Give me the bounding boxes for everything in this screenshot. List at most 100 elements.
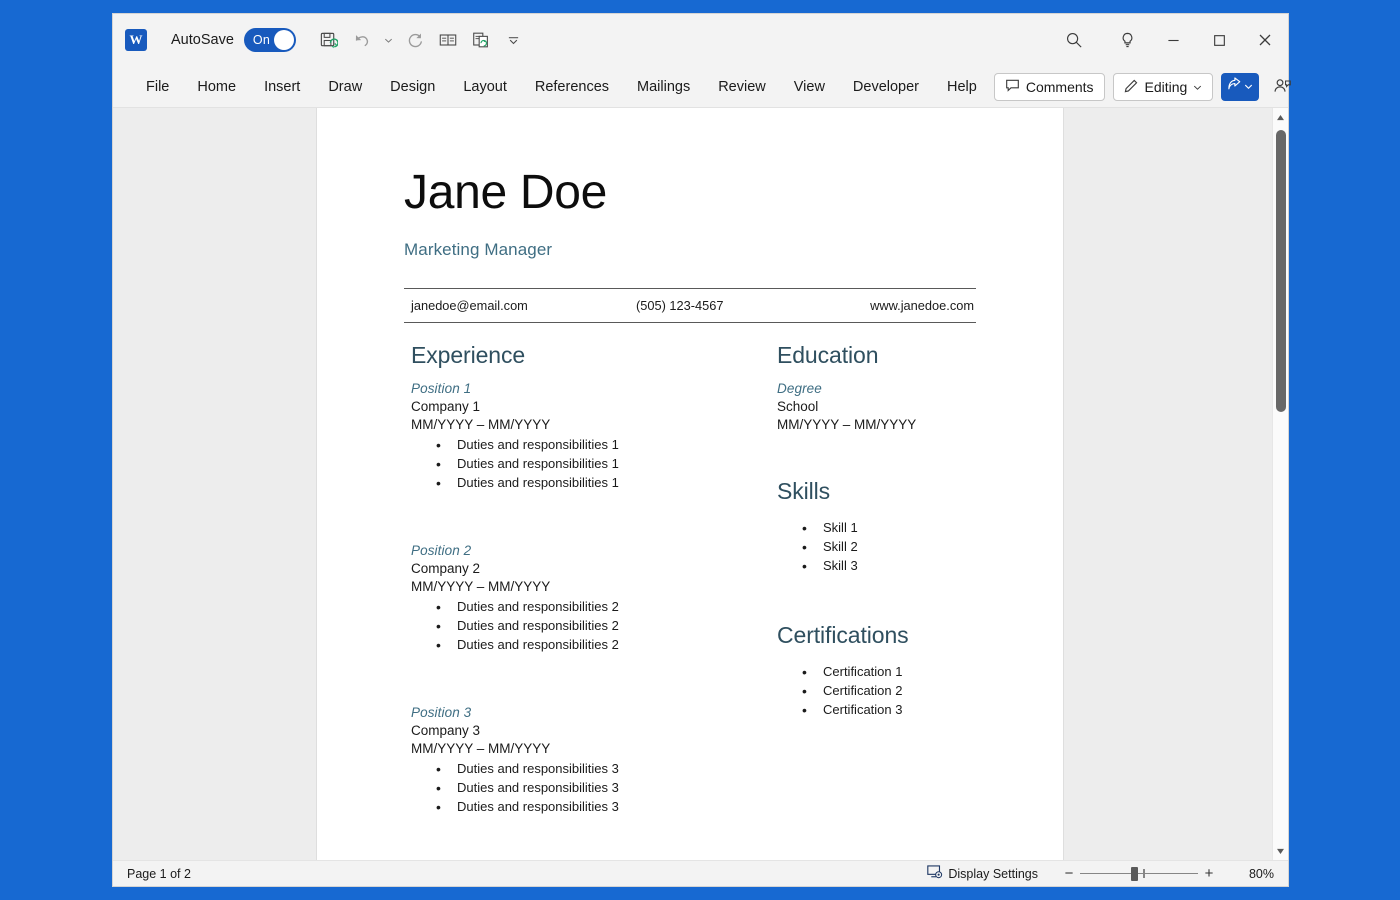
tab-insert[interactable]: Insert <box>253 73 311 101</box>
maximize-button[interactable] <box>1196 14 1242 66</box>
tab-references[interactable]: References <box>524 73 620 101</box>
list-item: Certification 2 <box>777 682 976 701</box>
experience-dates: MM/YYYY – MM/YYYY <box>411 417 771 432</box>
tab-home[interactable]: Home <box>186 73 247 101</box>
tab-view[interactable]: View <box>783 73 836 101</box>
scrollbar-thumb[interactable] <box>1276 130 1286 412</box>
save-icon[interactable] <box>314 25 344 55</box>
spacer <box>411 493 771 531</box>
share-button[interactable] <box>1221 73 1259 101</box>
vertical-scrollbar[interactable] <box>1272 108 1288 860</box>
document-page[interactable]: Jane Doe Marketing Manager janedoe@email… <box>317 108 1063 860</box>
list-item: Duties and responsibilities 2 <box>411 617 771 636</box>
resume-job-title: Marketing Manager <box>404 240 976 260</box>
zoom-slider-thumb[interactable] <box>1131 867 1138 881</box>
section-heading-education: Education <box>777 342 976 369</box>
paste-icon[interactable] <box>466 25 496 55</box>
display-settings-icon <box>927 865 943 882</box>
status-bar-right: Display Settings − + 80% <box>927 865 1278 882</box>
undo-dropdown-icon[interactable] <box>380 25 397 55</box>
scroll-down-arrow-icon[interactable] <box>1273 842 1288 860</box>
document-workspace: Jane Doe Marketing Manager janedoe@email… <box>113 108 1288 860</box>
list-item: Duties and responsibilities 2 <box>411 598 771 617</box>
spacer <box>777 432 976 478</box>
word-application-window: W AutoSave On <box>113 14 1288 886</box>
autosave-label: AutoSave <box>171 32 234 48</box>
section-heading-certifications: Certifications <box>777 622 976 649</box>
display-settings-button[interactable]: Display Settings <box>927 865 1038 882</box>
chevron-down-icon <box>1193 79 1202 95</box>
tab-mailings[interactable]: Mailings <box>626 73 701 101</box>
experience-entry: Position 3 Company 3 MM/YYYY – MM/YYYY D… <box>411 705 771 817</box>
close-button[interactable] <box>1242 14 1288 66</box>
zoom-slider-track <box>1080 873 1198 875</box>
education-dates: MM/YYYY – MM/YYYY <box>777 417 976 432</box>
tab-review[interactable]: Review <box>707 73 777 101</box>
section-heading-experience: Experience <box>411 342 771 369</box>
editing-mode-button[interactable]: Editing <box>1113 73 1214 101</box>
zoom-level-value[interactable]: 80% <box>1228 867 1274 881</box>
contact-email: janedoe@email.com <box>404 298 636 313</box>
read-mode-icon[interactable] <box>433 25 463 55</box>
experience-company: Company 1 <box>411 399 771 414</box>
search-icon[interactable] <box>1044 14 1104 66</box>
section-heading-skills: Skills <box>777 478 976 505</box>
tab-draw[interactable]: Draw <box>317 73 373 101</box>
comments-button-label: Comments <box>1026 79 1094 95</box>
zoom-slider[interactable] <box>1080 866 1198 882</box>
experience-dates: MM/YYYY – MM/YYYY <box>411 579 771 594</box>
share-chevron-down-icon <box>1244 78 1253 96</box>
lightbulb-icon[interactable] <box>1104 14 1150 66</box>
contact-phone: (505) 123-4567 <box>636 298 848 313</box>
tab-developer[interactable]: Developer <box>842 73 930 101</box>
tab-file[interactable]: File <box>135 73 180 101</box>
word-app-icon[interactable]: W <box>125 29 147 51</box>
quick-access-toolbar <box>314 25 529 55</box>
list-item: Skill 2 <box>777 538 976 557</box>
experience-role: Position 1 <box>411 381 771 396</box>
comment-bubble-icon <box>1005 78 1020 96</box>
list-item: Certification 1 <box>777 663 976 682</box>
education-degree: Degree <box>777 381 976 396</box>
page-scroll-region: Jane Doe Marketing Manager janedoe@email… <box>113 108 1272 860</box>
ribbon-right-controls: Comments Editing <box>994 73 1306 101</box>
page-indicator[interactable]: Page 1 of 2 <box>127 867 191 881</box>
list-item: Duties and responsibilities 2 <box>411 636 771 655</box>
zoom-out-button[interactable]: − <box>1058 865 1080 882</box>
pencil-icon <box>1124 78 1139 96</box>
redo-icon[interactable] <box>400 25 430 55</box>
minimize-button[interactable] <box>1150 14 1196 66</box>
list-item: Duties and responsibilities 3 <box>411 760 771 779</box>
share-with-people-icon[interactable] <box>1267 73 1297 101</box>
tab-design[interactable]: Design <box>379 73 446 101</box>
list-item: Certification 3 <box>777 701 976 720</box>
tab-help[interactable]: Help <box>936 73 988 101</box>
experience-bullet-list: Duties and responsibilities 3 Duties and… <box>411 760 771 817</box>
autosave-state-text: On <box>253 33 270 47</box>
ribbon-tab-bar: File Home Insert Draw Design Layout Refe… <box>113 66 1288 108</box>
zoom-slider-midpoint <box>1143 869 1145 878</box>
list-item: Duties and responsibilities 3 <box>411 779 771 798</box>
resume-name: Jane Doe <box>404 168 976 218</box>
desktop-background: W AutoSave On <box>0 0 1400 900</box>
customize-qat-icon[interactable] <box>499 25 529 55</box>
education-school: School <box>777 399 976 414</box>
editing-mode-label: Editing <box>1145 79 1188 95</box>
list-item: Duties and responsibilities 1 <box>411 474 771 493</box>
zoom-in-button[interactable]: + <box>1198 865 1220 882</box>
contact-info-block: janedoe@email.com (505) 123-4567 www.jan… <box>404 288 976 323</box>
share-icon <box>1227 77 1242 97</box>
resume-right-column: Education Degree School MM/YYYY – MM/YYY… <box>771 342 976 817</box>
autosave-toggle-knob <box>274 30 294 50</box>
tab-layout[interactable]: Layout <box>452 73 518 101</box>
scroll-up-arrow-icon[interactable] <box>1273 108 1288 126</box>
certifications-list: Certification 1 Certification 2 Certific… <box>777 663 976 720</box>
resume-columns: Experience Position 1 Company 1 MM/YYYY … <box>404 342 976 817</box>
experience-company: Company 2 <box>411 561 771 576</box>
experience-role: Position 2 <box>411 543 771 558</box>
undo-icon[interactable] <box>347 25 377 55</box>
autosave-toggle[interactable]: On <box>244 28 296 52</box>
experience-dates: MM/YYYY – MM/YYYY <box>411 741 771 756</box>
comments-button[interactable]: Comments <box>994 73 1105 101</box>
experience-entry: Position 1 Company 1 MM/YYYY – MM/YYYY D… <box>411 381 771 493</box>
